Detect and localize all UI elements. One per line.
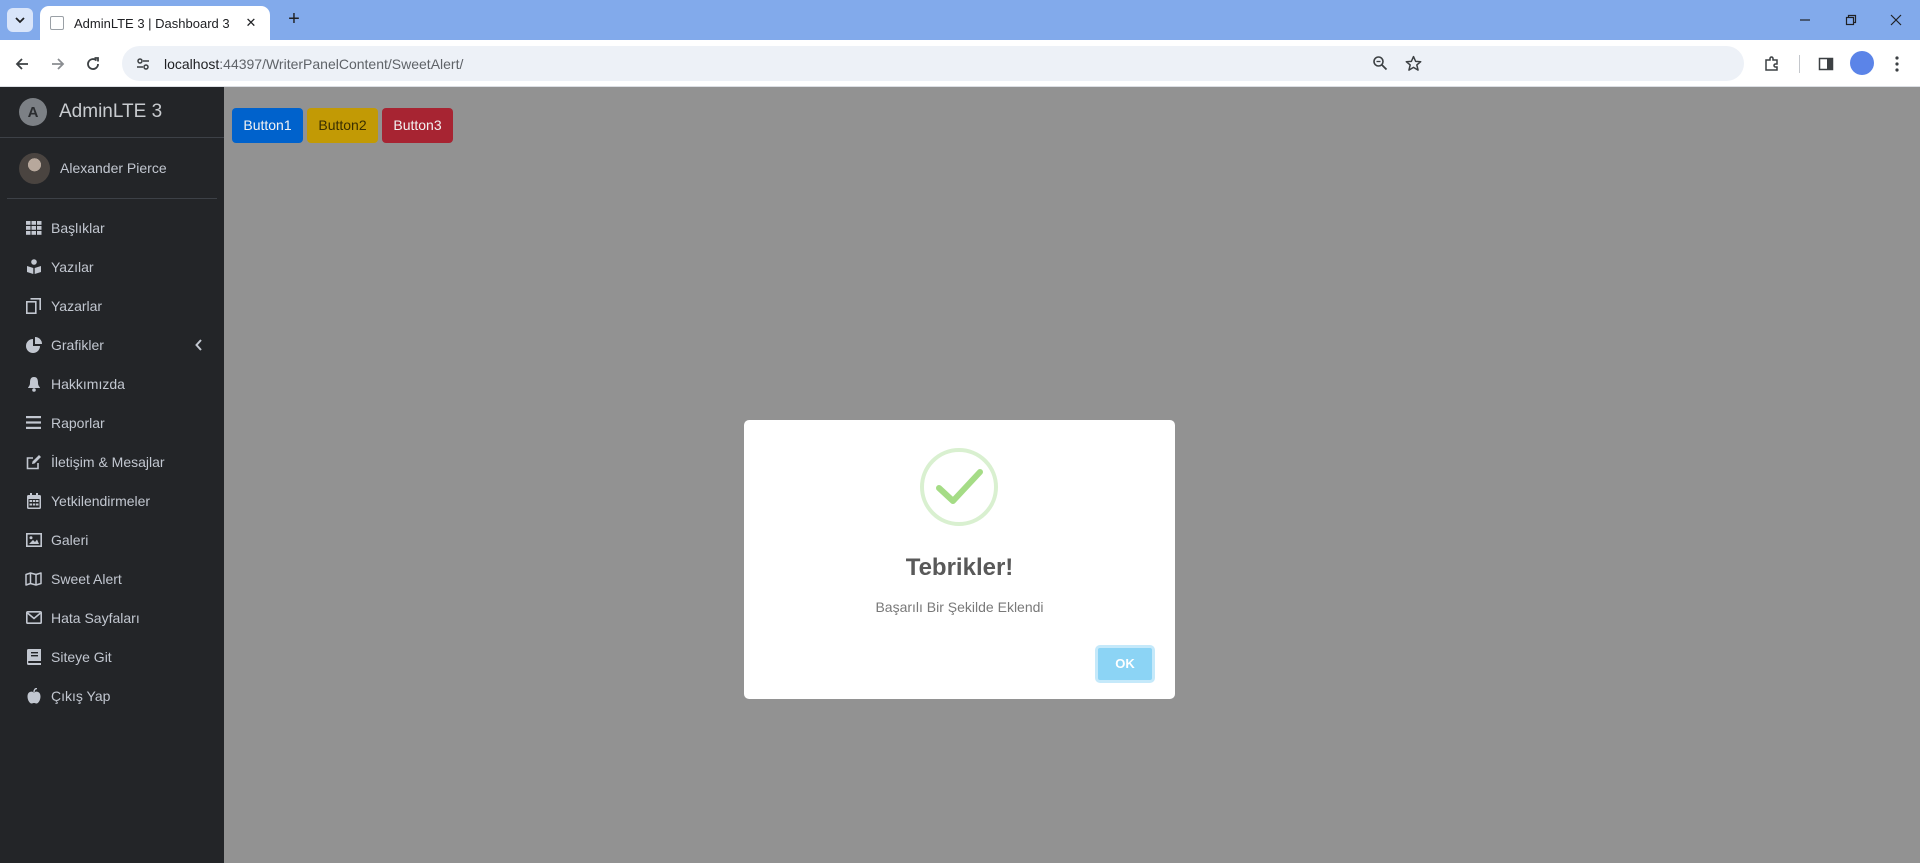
- browser-toolbar: localhost:44397/WriterPanelContent/Sweet…: [0, 40, 1920, 87]
- sidebar-item-label: Yetkilendirmeler: [51, 492, 151, 509]
- sidebar-item-label: Grafikler: [51, 336, 104, 353]
- arrow-right-icon: [52, 58, 65, 70]
- bookmark-star-icon[interactable]: [1402, 52, 1424, 74]
- button2[interactable]: Button2: [307, 108, 378, 143]
- browser-menu-icon[interactable]: [1884, 51, 1910, 77]
- dialog-title: Tebrikler!: [905, 554, 1014, 581]
- close-window-button[interactable]: [1873, 6, 1919, 34]
- adminlte-logo-icon: A: [19, 98, 47, 126]
- arrow-left-icon: [15, 58, 28, 70]
- sidebar-item-label: Sweet Alert: [51, 570, 122, 587]
- sidebar-item-raporlar[interactable]: Raporlar: [0, 403, 224, 442]
- toolbar-divider: [1799, 55, 1800, 73]
- avatar: [19, 152, 50, 184]
- user-name[interactable]: Alexander Pierce: [60, 160, 167, 176]
- sidebar-item-cikis-yap[interactable]: Çıkış Yap: [0, 676, 224, 715]
- extensions-icon[interactable]: [1759, 51, 1785, 77]
- close-icon: [1890, 14, 1902, 26]
- ok-button[interactable]: OK: [1095, 645, 1155, 683]
- zoom-icon[interactable]: [1369, 52, 1391, 74]
- reload-icon: [87, 57, 99, 70]
- side-panel-icon[interactable]: [1813, 51, 1839, 77]
- sidebar-item-iletisim[interactable]: İletişim & Mesajlar: [0, 442, 224, 481]
- map-icon: [25, 570, 42, 587]
- bars-icon: [25, 414, 42, 431]
- sidebar-item-label: Yazarlar: [51, 297, 103, 314]
- sidebar-item-label: Başlıklar: [51, 219, 105, 236]
- sidebar-item-siteye-git[interactable]: Siteye Git: [0, 637, 224, 676]
- sidebar-item-galeri[interactable]: Galeri: [0, 520, 224, 559]
- sweet-alert-dialog: Tebrikler! Başarılı Bir Şekilde Eklendi …: [744, 420, 1175, 699]
- forward-button[interactable]: [44, 50, 72, 78]
- button3[interactable]: Button3: [382, 108, 453, 143]
- book-reader-icon: [25, 258, 42, 275]
- sidebar-item-basliklar[interactable]: Başlıklar: [0, 208, 224, 247]
- sidebar-item-sweet-alert[interactable]: Sweet Alert: [0, 559, 224, 598]
- site-info-icon[interactable]: [132, 53, 154, 75]
- address-bar[interactable]: localhost:44397/WriterPanelContent/Sweet…: [122, 46, 1744, 81]
- sidebar-item-yazarlar[interactable]: Yazarlar: [0, 286, 224, 325]
- chevron-left-icon[interactable]: [195, 338, 203, 356]
- grid-icon: [25, 219, 42, 236]
- restore-button[interactable]: [1828, 6, 1874, 34]
- sidebar-item-grafikler[interactable]: Grafikler: [0, 325, 224, 364]
- copy-icon: [25, 297, 42, 314]
- browser-tabstrip: AdminLTE 3 | Dashboard 3 ✕ +: [0, 0, 1920, 40]
- button1[interactable]: Button1: [232, 108, 303, 143]
- sidebar-item-yazilar[interactable]: Yazılar: [0, 247, 224, 286]
- new-tab-button[interactable]: +: [282, 8, 306, 32]
- tab-search-button[interactable]: [7, 8, 33, 32]
- minimize-button[interactable]: [1782, 6, 1828, 34]
- pie-chart-icon: [25, 336, 42, 353]
- sidebar-item-label: Siteye Git: [51, 648, 112, 665]
- tab-title: AdminLTE 3 | Dashboard 3: [74, 15, 230, 31]
- sidebar-item-label: İletişim & Mesajlar: [51, 453, 165, 470]
- user-panel: Alexander Pierce: [7, 138, 217, 199]
- sidebar-item-label: Hakkımızda: [51, 375, 125, 392]
- success-check-icon: [920, 448, 998, 526]
- image-icon: [25, 531, 42, 548]
- sidebar-item-yetkilendirmeler[interactable]: Yetkilendirmeler: [0, 481, 224, 520]
- sidebar-item-label: Çıkış Yap: [51, 687, 111, 704]
- book-icon: [25, 648, 42, 665]
- restore-icon: [1845, 14, 1857, 26]
- sidebar-item-label: Hata Sayfaları: [51, 609, 140, 626]
- main-sidebar: A AdminLTE 3 Alexander Pierce Başlıklar …: [0, 87, 224, 863]
- reload-button[interactable]: [79, 50, 107, 78]
- back-button[interactable]: [8, 50, 36, 78]
- browser-tab[interactable]: AdminLTE 3 | Dashboard 3 ✕: [40, 6, 270, 40]
- close-tab-icon[interactable]: ✕: [242, 15, 260, 31]
- sidebar-nav: Başlıklar Yazılar Yazarlar Grafikler Hak…: [0, 199, 224, 715]
- sidebar-item-label: Raporlar: [51, 414, 105, 431]
- edit-icon: [25, 453, 42, 470]
- brand-text: AdminLTE 3: [59, 101, 163, 122]
- dialog-message: Başarılı Bir Şekilde Eklendi: [875, 599, 1044, 615]
- profile-avatar-icon[interactable]: [1850, 51, 1874, 75]
- envelope-icon: [25, 609, 42, 626]
- sidebar-item-hata-sayfalari[interactable]: Hata Sayfaları: [0, 598, 224, 637]
- page-favicon-icon: [50, 16, 64, 30]
- sidebar-item-label: Yazılar: [51, 258, 94, 275]
- brand-link[interactable]: A AdminLTE 3: [0, 87, 224, 138]
- sidebar-item-label: Galeri: [51, 531, 89, 548]
- bell-icon: [25, 375, 42, 392]
- calendar-icon: [25, 492, 42, 509]
- sidebar-item-hakkimizda[interactable]: Hakkımızda: [0, 364, 224, 403]
- chevron-down-icon: [15, 17, 25, 24]
- apple-icon: [25, 687, 42, 704]
- minimize-icon: [1800, 19, 1810, 21]
- url-text[interactable]: localhost:44397/WriterPanelContent/Sweet…: [164, 56, 463, 72]
